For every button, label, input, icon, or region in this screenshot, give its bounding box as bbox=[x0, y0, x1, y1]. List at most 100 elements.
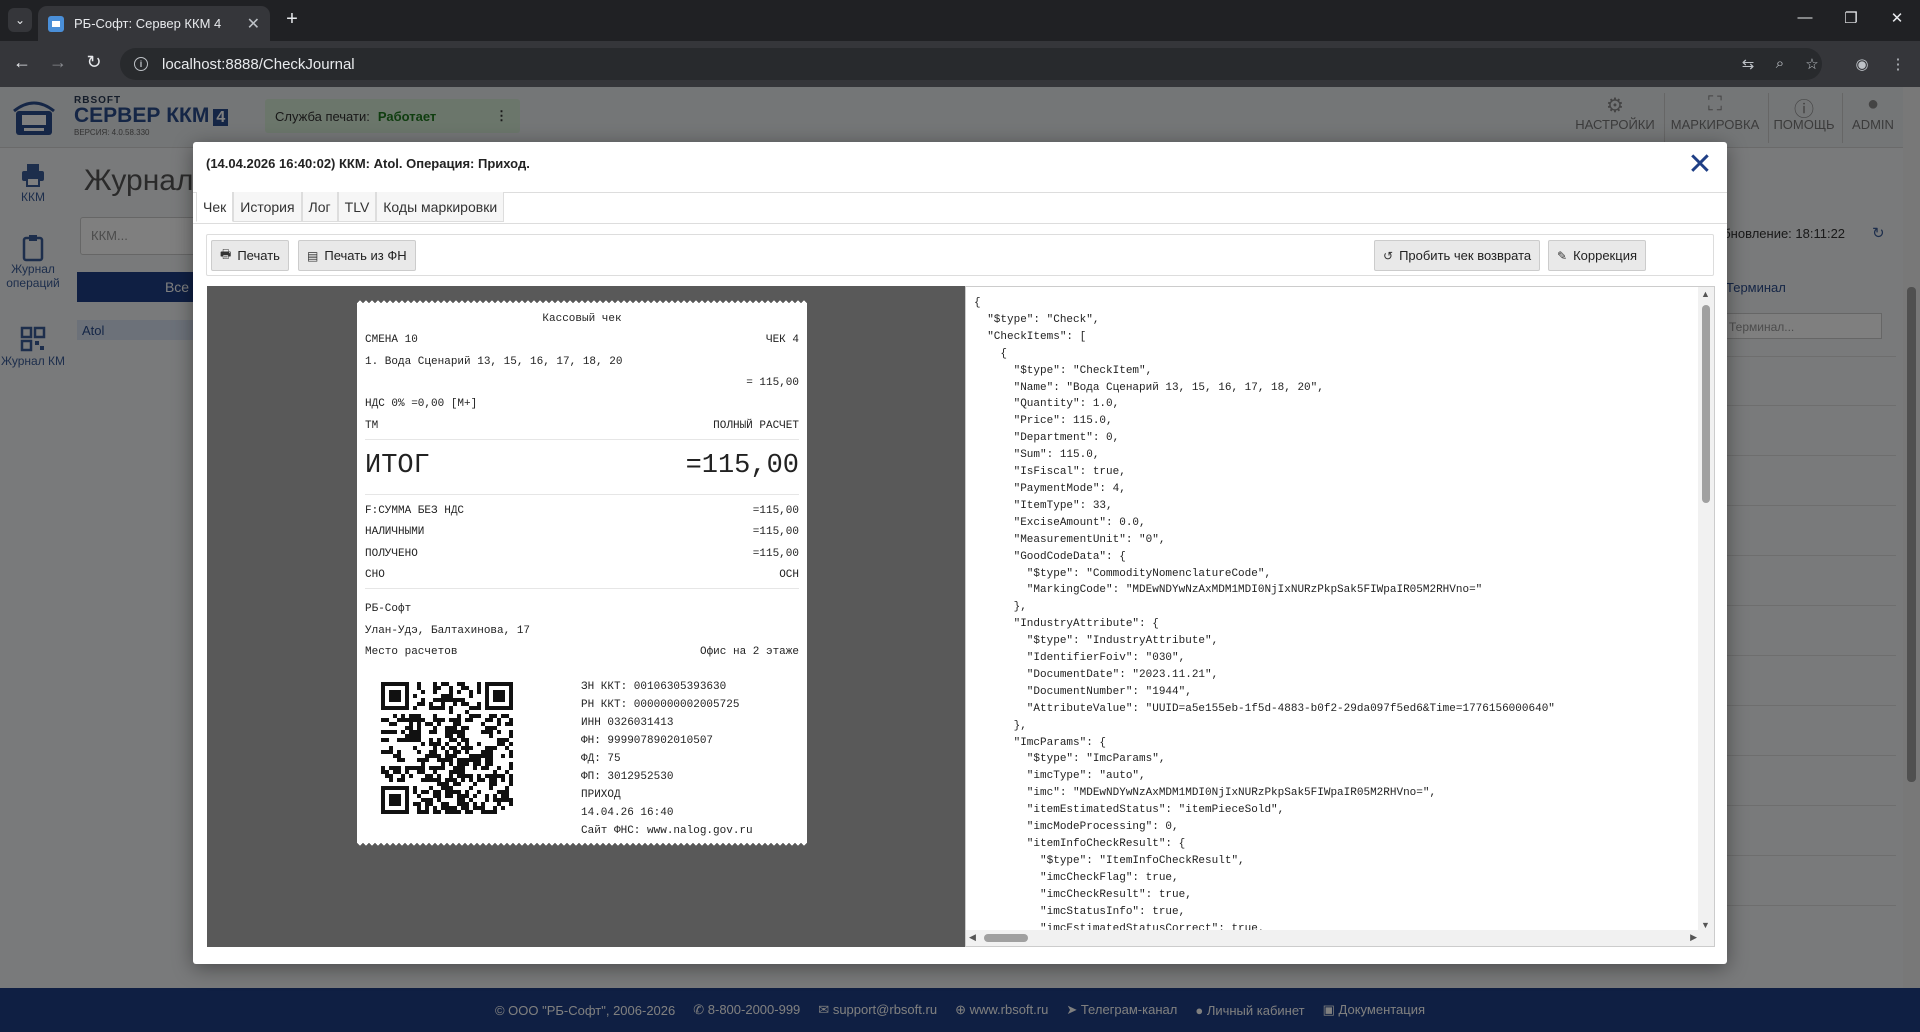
receipt-row: ПОЛУЧЕНО =115,00 bbox=[365, 548, 799, 560]
scroll-thumb[interactable] bbox=[1702, 305, 1710, 503]
json-line: "$type": "Check", bbox=[974, 313, 1100, 326]
profile-icon[interactable]: ◉ bbox=[1852, 55, 1872, 73]
close-icon[interactable]: ✕ bbox=[1685, 150, 1715, 181]
divider bbox=[365, 439, 799, 440]
json-horizontal-scrollbar[interactable]: ◀ ▶ bbox=[966, 930, 1700, 946]
receipt-tear-edge bbox=[357, 841, 807, 847]
scroll-left-icon[interactable]: ◀ bbox=[969, 932, 976, 943]
fiscal-line: ФД: 75 bbox=[581, 753, 621, 765]
json-line: "ExciseAmount": 0.0, bbox=[974, 516, 1146, 529]
json-line: "imcCheckResult": true, bbox=[974, 888, 1192, 901]
json-line: "imcType": "auto", bbox=[974, 770, 1146, 783]
json-line: "Sum": 115.0, bbox=[974, 449, 1100, 462]
back-icon[interactable]: ← bbox=[10, 52, 34, 73]
receipt-place-label: Место расчетов bbox=[365, 646, 458, 658]
receipt-label: F:СУММА БЕЗ НДС bbox=[365, 505, 465, 517]
json-line: "GoodCodeData": { bbox=[974, 550, 1126, 563]
check-modal: (14.04.2026 16:40:02) ККМ: Atol. Операци… bbox=[193, 142, 1727, 964]
pencil-icon: ✎ bbox=[1557, 248, 1568, 263]
json-line: "DocumentNumber": "1944", bbox=[974, 685, 1192, 698]
print-button[interactable]: 🖶 Печать bbox=[211, 240, 289, 271]
modal-tabs: Чек История Лог TLV Коды маркировки bbox=[196, 192, 505, 224]
reload-icon[interactable]: ↻ bbox=[82, 52, 106, 73]
restore-button[interactable]: ❐ bbox=[1836, 9, 1866, 27]
json-vertical-scrollbar[interactable]: ▲ ▼ bbox=[1698, 287, 1714, 932]
tab-log[interactable]: Лог bbox=[301, 192, 338, 222]
modal-title: (14.04.2026 16:40:02) ККМ: Atol. Операци… bbox=[206, 156, 530, 171]
fiscal-line: ЗН ККТ: 00106305393630 bbox=[581, 681, 727, 693]
scroll-right-icon[interactable]: ▶ bbox=[1690, 932, 1697, 943]
divider bbox=[193, 223, 1727, 224]
tab-title: РБ-Софт: Сервер ККМ 4 bbox=[74, 16, 222, 31]
json-line: "ImcParams": { bbox=[974, 736, 1107, 749]
bookmark-star-icon[interactable]: ☆ bbox=[1802, 55, 1822, 73]
undo-icon: ↺ bbox=[1383, 248, 1394, 263]
site-info-icon[interactable]: i bbox=[134, 57, 148, 71]
url-text: localhost:8888/CheckJournal bbox=[162, 55, 355, 73]
receipt-tm: ТМ bbox=[365, 420, 379, 432]
json-line: "Name": "Вода Сценарий 13, 15, 16, 17, 1… bbox=[974, 381, 1324, 394]
tab-close-icon[interactable]: ✕ bbox=[247, 14, 260, 34]
close-window-button[interactable]: ✕ bbox=[1882, 9, 1912, 27]
receipt-paper: Кассовый чек СМЕНА 10 ЧЕК 4 1. Вода Сцена… bbox=[357, 299, 807, 847]
json-line: "Quantity": 1.0, bbox=[974, 398, 1120, 411]
tab-tlv[interactable]: TLV bbox=[337, 192, 377, 222]
json-line: "MeasurementUnit": "0", bbox=[974, 533, 1166, 546]
browser-menu-icon[interactable]: ⋮ bbox=[1888, 55, 1908, 73]
json-line: "imcModeProcessing": 0, bbox=[974, 821, 1179, 834]
zoom-icon[interactable]: ⌕ bbox=[1770, 55, 1790, 72]
receipt-row: F:СУММА БЕЗ НДС =115,00 bbox=[365, 505, 799, 517]
fiscal-line: ИНН 0326031413 bbox=[581, 717, 674, 729]
receipt-org: РБ-Софт bbox=[365, 603, 799, 615]
json-line: "IndustryAttribute": { bbox=[974, 618, 1159, 631]
scroll-up-icon[interactable]: ▲ bbox=[1701, 289, 1710, 299]
url-field[interactable]: i localhost:8888/CheckJournal bbox=[120, 48, 1822, 80]
json-viewer[interactable]: { "$type": "Check", "CheckItems": [ { "$… bbox=[965, 286, 1715, 947]
print-fn-button[interactable]: ▤ Печать из ФН bbox=[298, 240, 416, 271]
print-fn-label: Печать из ФН bbox=[324, 248, 407, 263]
receipt-item-name-text: 1. Вода Сценарий 13, 15, 16, 17, 18, 20 bbox=[365, 356, 623, 368]
tab-marking-codes[interactable]: Коды маркировки bbox=[376, 192, 505, 222]
new-tab-button[interactable]: + bbox=[280, 8, 304, 31]
json-line: "imcStatusInfo": true, bbox=[974, 905, 1186, 918]
tab-check[interactable]: Чек bbox=[196, 192, 234, 222]
browser-tab[interactable]: РБ-Софт: Сервер ККМ 4 ✕ bbox=[38, 6, 270, 41]
correction-label: Коррекция bbox=[1573, 248, 1637, 263]
printer-icon: 🖶 bbox=[220, 247, 232, 261]
json-line: "itemEstimatedStatus": "itemPieceSold", bbox=[974, 804, 1285, 817]
receipt-check-no: ЧЕК 4 bbox=[765, 334, 799, 346]
tab-history[interactable]: История bbox=[233, 192, 302, 222]
correction-button[interactable]: ✎ Коррекция bbox=[1548, 240, 1646, 271]
json-line: { bbox=[974, 297, 981, 309]
json-line: "$type": "CommodityNomenclatureCode", bbox=[974, 567, 1272, 580]
minimize-button[interactable]: — bbox=[1790, 9, 1820, 26]
json-line: "imcCheckFlag": true, bbox=[974, 871, 1179, 884]
receipt-mode-row: ТМ ПОЛНЫЙ РАСЧЕТ bbox=[365, 420, 799, 432]
tab-search-button[interactable]: ⌄ bbox=[8, 8, 32, 32]
modal-toolbar: 🖶 Печать ▤ Печать из ФН ↺ Пробить чек во… bbox=[206, 234, 1714, 276]
favicon-icon bbox=[48, 15, 64, 32]
json-line: "MarkingCode": "MDEwNDYwNzAxMDM1MDI0NjIx… bbox=[974, 584, 1483, 597]
qr-code-icon bbox=[381, 682, 513, 814]
json-line: "imc": "MDEwNDYwNzAxMDM1MDI0NjIxNURzPkpS… bbox=[974, 787, 1437, 800]
address-bar: ← → ↻ i localhost:8888/CheckJournal ⇆ ⌕ … bbox=[0, 41, 1920, 87]
fiscal-line: РН ККТ: 0000000002005725 bbox=[581, 699, 740, 711]
json-line: "CheckItems": [ bbox=[974, 330, 1087, 343]
json-line: }, bbox=[974, 719, 1027, 732]
receipt-label: СНО bbox=[365, 569, 385, 581]
receipt-total-label: ИТОГ bbox=[365, 451, 430, 481]
divider bbox=[365, 494, 799, 495]
fiscal-line: ПРИХОД bbox=[581, 789, 621, 801]
receipt-label: НАЛИЧНЫМИ bbox=[365, 526, 425, 538]
json-line: "$type": "ImcParams", bbox=[974, 753, 1166, 766]
receipt-panel: Кассовый чек СМЕНА 10 ЧЕК 4 1. Вода Сцена… bbox=[207, 286, 970, 947]
return-check-button[interactable]: ↺ Пробить чек возврата bbox=[1374, 240, 1541, 271]
translate-icon[interactable]: ⇆ bbox=[1738, 55, 1758, 73]
json-line: "DocumentDate": "2023.11.21", bbox=[974, 668, 1219, 681]
receipt-row: НАЛИЧНЫМИ =115,00 bbox=[365, 526, 799, 538]
receipt-shift: СМЕНА 10 bbox=[365, 334, 418, 346]
scroll-down-icon[interactable]: ▼ bbox=[1701, 920, 1710, 930]
receipt-vat-text: НДС 0% =0,00 [М+] bbox=[365, 398, 478, 410]
forward-icon[interactable]: → bbox=[46, 52, 70, 73]
scroll-thumb[interactable] bbox=[984, 934, 1028, 942]
